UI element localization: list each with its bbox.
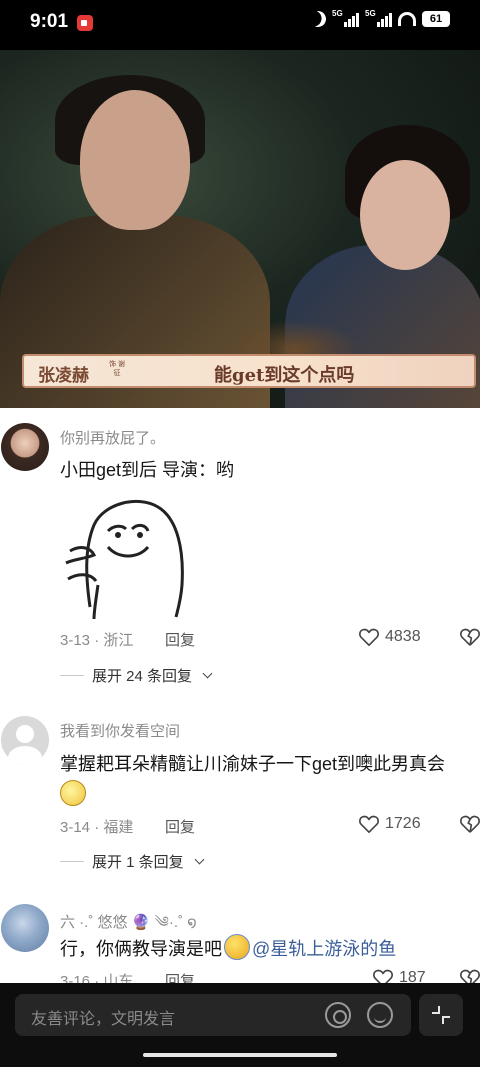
broken-heart-icon	[460, 969, 480, 983]
signal-icon-2: 5G	[365, 9, 392, 27]
dislike-button[interactable]	[459, 968, 480, 983]
video-caption-bar: 张凌赫 饰 谢征 能get到这个点吗	[22, 354, 476, 388]
comment-item: 六 ·.˚ 悠悠 🔮 ༄·.˚ ໑ 行，你俩教导演是吧 @星轨上游泳的鱼 3-16…	[0, 904, 480, 983]
signal-icon-1: 5G	[332, 9, 359, 27]
like-count: 1726	[385, 815, 421, 832]
smile-icon[interactable]	[367, 1002, 393, 1028]
user-mention-link[interactable]: @星轨上游泳的鱼	[252, 939, 396, 959]
comment-item: 我看到你发看空间 掌握耙耳朵精髓让川渝妹子一下get到噢此男真会 3-14 · …	[0, 716, 480, 876]
comment-sticker-image[interactable]	[60, 489, 193, 622]
comment-username[interactable]: 你别再放屁了。	[60, 427, 165, 448]
comment-date-location: 3-14 · 福建	[60, 819, 134, 836]
broken-heart-icon	[460, 815, 480, 833]
comment-bottom-bar: 友善评论，文明发言	[0, 983, 480, 1067]
status-indicators: 5G 5G 61	[308, 9, 450, 30]
caption-actor-name: 张凌赫	[38, 366, 89, 386]
caption-text: 能get到这个点吗	[214, 365, 355, 386]
like-count: 4838	[385, 628, 421, 645]
heart-icon	[373, 969, 393, 983]
like-button[interactable]: 4838	[358, 627, 421, 647]
comment-text: 掌握耙耳朵精髓让川渝妹子一下get到噢此男真会	[60, 754, 446, 774]
comment-date-location: 3-13 · 浙江	[60, 632, 134, 649]
comment-username[interactable]: 我看到你发看空间	[60, 720, 180, 741]
heart-icon	[359, 815, 379, 833]
home-indicator[interactable]	[143, 1053, 337, 1057]
expand-replies-label: 展开 24 条回复	[92, 668, 193, 685]
like-button[interactable]: 187	[372, 968, 426, 983]
reply-button[interactable]: 回复	[165, 816, 195, 837]
expand-replies-button[interactable]: 展开 1 条回复	[60, 851, 205, 872]
comment-text: 小田get到后 导演：哟	[60, 460, 235, 480]
broken-heart-icon	[460, 628, 480, 646]
at-icon[interactable]	[325, 1002, 351, 1028]
video-player[interactable]: 张凌赫 饰 谢征 能get到这个点吗	[0, 50, 480, 408]
reply-button[interactable]: 回复	[165, 629, 195, 650]
comment-input-placeholder: 友善评论，文明发言	[31, 1011, 176, 1028]
comment-input[interactable]: 友善评论，文明发言	[15, 994, 411, 1036]
chevron-down-icon	[202, 668, 213, 679]
battery-icon: 61	[422, 11, 450, 27]
like-count: 187	[399, 969, 426, 983]
avatar[interactable]	[1, 904, 49, 952]
reply-button[interactable]: 回复	[165, 970, 195, 983]
chevron-down-icon	[194, 854, 205, 865]
dislike-button[interactable]	[459, 814, 480, 839]
comment-date-location: 3-16 · 山东	[60, 973, 134, 983]
collapse-button[interactable]	[419, 994, 463, 1036]
caption-actor-role: 饰 谢征	[109, 361, 125, 377]
expand-divider	[60, 861, 84, 862]
wifi-icon	[398, 12, 416, 26]
dislike-button[interactable]	[459, 627, 480, 652]
grin-emoji-icon	[60, 780, 86, 806]
collapse-icon	[432, 1006, 450, 1024]
comment-item: 你别再放屁了。 小田get到后 导演：哟 3-13 · 浙江 回复 4838 展…	[0, 423, 480, 693]
avatar[interactable]	[1, 716, 49, 764]
status-time: 9:01	[30, 11, 69, 32]
expand-divider	[60, 675, 84, 676]
video-figure-right-face	[360, 160, 450, 270]
avatar[interactable]	[1, 423, 49, 471]
expand-replies-label: 展开 1 条回复	[92, 854, 184, 871]
screen-record-icon	[77, 15, 93, 31]
heart-icon	[359, 628, 379, 646]
comment-text: 行，你俩教导演是吧 @星轨上游泳的鱼	[60, 934, 396, 961]
expand-replies-button[interactable]: 展开 24 条回复	[60, 665, 213, 686]
comment-text-prefix: 行，你俩教导演是吧	[60, 939, 222, 959]
status-bar: 9:01 5G 5G 61	[0, 0, 480, 50]
moon-icon	[308, 9, 329, 30]
avatar-emoji-icon	[224, 934, 250, 960]
like-button[interactable]: 1726	[358, 814, 421, 834]
video-figure-left-face	[80, 90, 190, 230]
